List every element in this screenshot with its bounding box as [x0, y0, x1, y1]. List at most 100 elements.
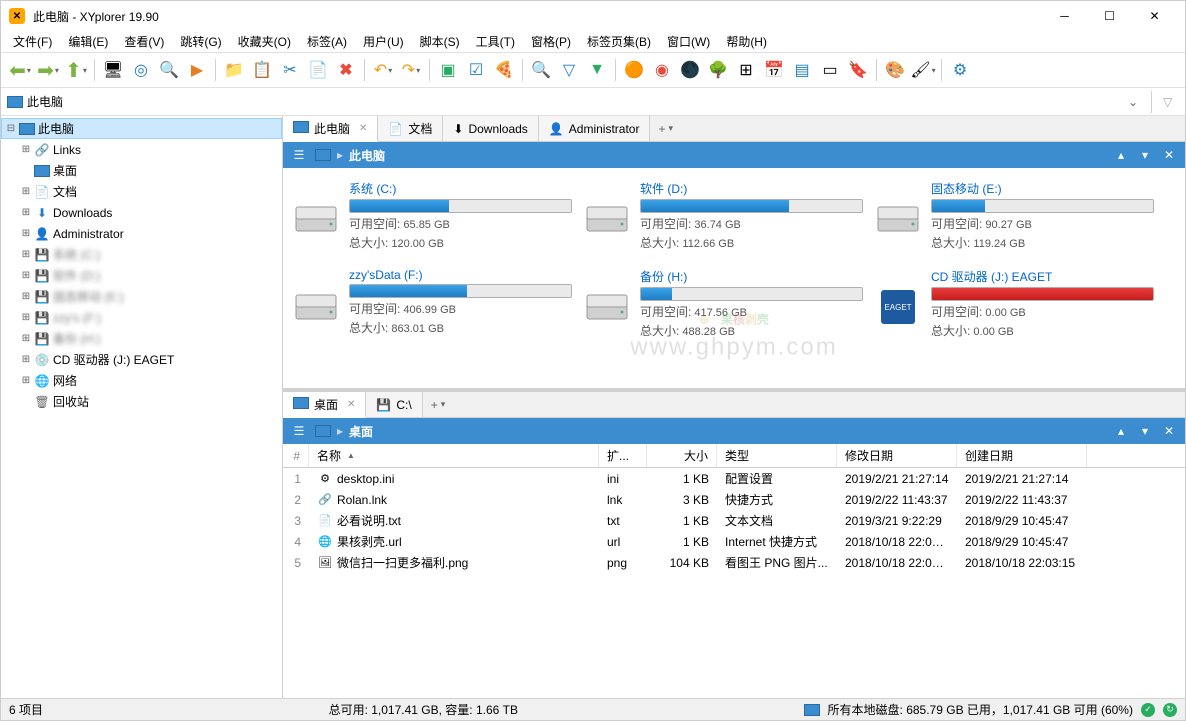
tab[interactable]: 👤Administrator	[539, 116, 651, 141]
menu-item[interactable]: 窗口(W)	[659, 31, 718, 52]
tab-close-icon[interactable]: ✕	[347, 399, 355, 410]
expand-icon[interactable]: ⊞	[19, 375, 33, 386]
menu-item[interactable]: 跳转(G)	[172, 31, 229, 52]
tab[interactable]: ⬇Downloads	[443, 116, 538, 141]
tree-item[interactable]: ⊟此电脑	[1, 118, 282, 139]
drive-item[interactable]: 固态移动 (E:) 可用空间: 90.27 GB 总大小: 119.24 GB	[871, 178, 1156, 256]
pie-icon[interactable]: 🟠	[621, 57, 647, 83]
minimize-button[interactable]: ─	[1042, 1, 1087, 31]
nav-up-button[interactable]: ⬆▾	[63, 57, 89, 83]
column-ext[interactable]: 扩...	[599, 444, 647, 467]
drive-item[interactable]: 备份 (H:) 可用空间: 417.56 GB 总大小: 488.28 GB	[580, 266, 865, 344]
address-dropdown[interactable]: ⌄	[1122, 95, 1144, 109]
expand-icon[interactable]: ⊞	[19, 291, 33, 302]
close-button[interactable]: ✕	[1132, 1, 1177, 31]
breadcrumb-menu-icon[interactable]: ☰	[289, 424, 309, 438]
file-row[interactable]: 2 🔗Rolan.lnk lnk 3 KB 快捷方式 2019/2/22 11:…	[283, 489, 1185, 510]
column-type[interactable]: 类型	[717, 444, 837, 467]
pizza-icon[interactable]: 🍕	[491, 57, 517, 83]
globe-icon[interactable]: 🌑	[677, 57, 703, 83]
column-size[interactable]: 大小	[647, 444, 717, 467]
menu-item[interactable]: 工具(T)	[468, 31, 523, 52]
file-row[interactable]: 1 ⚙desktop.ini ini 1 KB 配置设置 2019/2/21 2…	[283, 468, 1185, 489]
tree-item[interactable]: ⊞💿CD 驱动器 (J:) EAGET	[1, 349, 282, 370]
spiral-icon[interactable]: ◉	[649, 57, 675, 83]
copy-icon[interactable]: 📋	[249, 57, 275, 83]
paste-icon[interactable]: 📄	[305, 57, 331, 83]
delete-icon[interactable]: ✖	[333, 57, 359, 83]
column-modified[interactable]: 修改日期	[837, 444, 957, 467]
pane-down-icon[interactable]: ▾	[1135, 424, 1155, 438]
drive-item[interactable]: 系统 (C:) 可用空间: 65.85 GB 总大小: 120.00 GB	[289, 178, 574, 256]
tree-item[interactable]: ⊞⬇Downloads	[1, 202, 282, 223]
tree-item[interactable]: ⊞💾软件 (D:)	[1, 265, 282, 286]
file-row[interactable]: 3 📄必看说明.txt txt 1 KB 文本文档 2019/3/21 9:22…	[283, 510, 1185, 531]
search-icon[interactable]: 🔍	[156, 57, 182, 83]
nav-forward-button[interactable]: ➡▾	[35, 57, 61, 83]
bookmark-icon[interactable]: 🔖	[845, 57, 871, 83]
settings-icon[interactable]: ⚙	[947, 57, 973, 83]
pane-close-icon[interactable]: ✕	[1159, 424, 1179, 438]
tab[interactable]: 💾C:\	[366, 392, 422, 417]
expand-icon[interactable]: ⊞	[19, 270, 33, 281]
column-created[interactable]: 创建日期	[957, 444, 1087, 467]
drive-item[interactable]: 软件 (D:) 可用空间: 36.74 GB 总大小: 112.66 GB	[580, 178, 865, 256]
window-icon[interactable]: ▭	[817, 57, 843, 83]
pane-up-icon[interactable]: ▴	[1111, 148, 1131, 162]
tree-item[interactable]: ⊞💾备份 (H:)	[1, 328, 282, 349]
folder-tree[interactable]: ⊟此电脑⊞🔗Links桌面⊞📄文档⊞⬇Downloads⊞👤Administra…	[1, 116, 283, 698]
expand-icon[interactable]: ⊞	[19, 354, 33, 365]
file-row[interactable]: 5 🖼微信扫一扫更多福利.png png 104 KB 看图王 PNG 图片..…	[283, 552, 1185, 573]
palette-icon[interactable]: 🎨	[882, 57, 908, 83]
tree-item[interactable]: ⊞🔗Links	[1, 139, 282, 160]
pane-up-icon[interactable]: ▴	[1111, 424, 1131, 438]
filter2-icon[interactable]: ▼	[584, 57, 610, 83]
tree-item[interactable]: ⊞🌐网络	[1, 370, 282, 391]
tree-item[interactable]: ⊞💾固态移动 (E:)	[1, 286, 282, 307]
redo-icon[interactable]: ↷▾	[398, 57, 424, 83]
menu-item[interactable]: 收藏夹(O)	[230, 31, 299, 52]
undo-icon[interactable]: ↶▾	[370, 57, 396, 83]
menu-item[interactable]: 标签页集(B)	[579, 31, 659, 52]
pane-close-icon[interactable]: ✕	[1159, 148, 1179, 162]
tab-close-icon[interactable]: ✕	[359, 123, 367, 134]
breadcrumb-menu-icon[interactable]: ☰	[289, 148, 309, 162]
tree-item[interactable]: 桌面	[1, 160, 282, 181]
calendar-icon[interactable]: 📅	[761, 57, 787, 83]
tree-item[interactable]: ⊞📄文档	[1, 181, 282, 202]
desktop-icon[interactable]: 🖥	[100, 57, 126, 83]
select-icon[interactable]: ▣	[435, 57, 461, 83]
tab[interactable]: 桌面✕	[283, 392, 366, 418]
menu-item[interactable]: 文件(F)	[5, 31, 60, 52]
pane-down-icon[interactable]: ▾	[1135, 148, 1155, 162]
expand-icon[interactable]: ⊞	[19, 186, 33, 197]
checkbox-icon[interactable]: ☑	[463, 57, 489, 83]
panes-icon[interactable]: ▤	[789, 57, 815, 83]
drive-item[interactable]: EAGET CD 驱动器 (J:) EAGET 可用空间: 0.00 GB 总大…	[871, 266, 1156, 344]
tab[interactable]: 此电脑✕	[283, 116, 378, 142]
expand-icon[interactable]: ⊟	[4, 123, 18, 134]
tree-item[interactable]: 🗑回收站	[1, 391, 282, 412]
target-icon[interactable]: ◎	[128, 57, 154, 83]
tab-add-button[interactable]: + ▾	[423, 392, 454, 417]
expand-icon[interactable]: ⊞	[19, 144, 33, 155]
column-name[interactable]: 名称▲	[309, 444, 599, 467]
tree-item[interactable]: ⊞💾系统 (C:)	[1, 244, 282, 265]
maximize-button[interactable]: ☐	[1087, 1, 1132, 31]
menu-item[interactable]: 窗格(P)	[523, 31, 579, 52]
address-text[interactable]: 此电脑	[27, 93, 1118, 110]
cut-icon[interactable]: ✂	[277, 57, 303, 83]
breadcrumb-label[interactable]: 此电脑	[349, 147, 385, 164]
tree-icon[interactable]: 🌳	[705, 57, 731, 83]
drive-item[interactable]: zzy'sData (F:) 可用空间: 406.99 GB 总大小: 863.…	[289, 266, 574, 344]
nav-back-button[interactable]: ⬅▾	[7, 57, 33, 83]
tab[interactable]: 📄文档	[378, 116, 443, 141]
new-folder-icon[interactable]: 📁	[221, 57, 247, 83]
quick-filter-icon[interactable]: ▽	[1159, 95, 1179, 109]
breadcrumb-label[interactable]: 桌面	[349, 423, 373, 440]
zoom-icon[interactable]: 🔍	[528, 57, 554, 83]
tree-item[interactable]: ⊞💾zzy's (F:)	[1, 307, 282, 328]
menu-item[interactable]: 用户(U)	[355, 31, 412, 52]
menu-item[interactable]: 脚本(S)	[412, 31, 468, 52]
expand-icon[interactable]: ⊞	[19, 312, 33, 323]
